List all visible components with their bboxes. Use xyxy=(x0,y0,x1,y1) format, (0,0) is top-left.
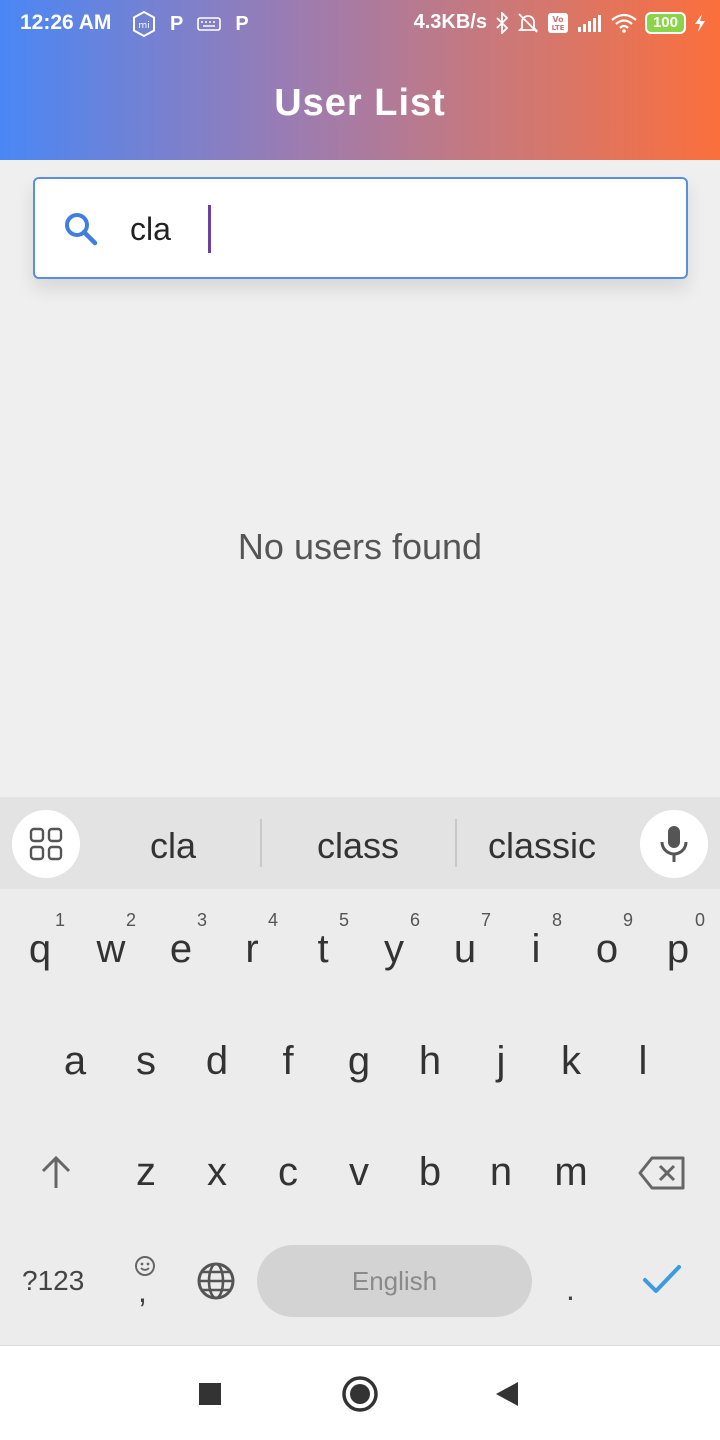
symbols-key[interactable]: ?123 xyxy=(22,1265,84,1297)
key-hint-7: 7 xyxy=(481,910,492,930)
comma-key[interactable]: , xyxy=(138,1273,147,1310)
charging-icon xyxy=(695,13,705,32)
text-caret xyxy=(208,205,211,253)
wifi-icon xyxy=(611,13,637,33)
key-a[interactable]: a xyxy=(40,1039,110,1084)
microphone-icon xyxy=(660,826,688,862)
key-c[interactable]: c xyxy=(253,1150,323,1195)
key-hint-1: 1 xyxy=(55,910,66,930)
key-hint-3: 3 xyxy=(197,910,208,930)
status-right: 4.3KB/s Vo LTE 100 xyxy=(414,11,706,34)
suggestion-3[interactable]: classic xyxy=(452,825,632,867)
apps-grid-icon xyxy=(29,827,63,861)
volte-icon: VoLTE xyxy=(547,12,568,33)
svg-text:LTE: LTE xyxy=(552,24,565,32)
suggestion-2[interactable]: class xyxy=(268,825,448,867)
key-j[interactable]: j xyxy=(466,1039,536,1084)
globe-icon[interactable] xyxy=(196,1261,236,1301)
key-i[interactable]: i xyxy=(501,927,571,972)
mute-icon xyxy=(517,12,539,33)
key-q[interactable]: q xyxy=(5,927,75,972)
key-hint-0: 0 xyxy=(695,910,706,930)
status-bar: 12:26 AM mi P P 4.3KB/s Vo LTE 100 xyxy=(0,0,720,50)
app-header: 12:26 AM mi P P 4.3KB/s Vo LTE 100 User L… xyxy=(0,0,720,160)
svg-text:mi: mi xyxy=(138,21,149,31)
signal-icon xyxy=(577,14,601,32)
key-hint-9: 9 xyxy=(623,910,634,930)
apps-grid-button[interactable] xyxy=(12,810,80,878)
home-circle-icon[interactable] xyxy=(338,1372,382,1416)
key-u[interactable]: u xyxy=(430,927,500,972)
done-check-icon[interactable] xyxy=(642,1263,682,1297)
svg-text:Vo: Vo xyxy=(552,15,564,24)
key-l[interactable]: l xyxy=(608,1039,678,1084)
key-hint-8: 8 xyxy=(552,910,563,930)
search-box[interactable] xyxy=(33,177,688,279)
key-hint-5: 5 xyxy=(339,910,350,930)
key-x[interactable]: x xyxy=(182,1150,252,1195)
voice-input-button[interactable] xyxy=(640,810,708,878)
suggestion-divider xyxy=(260,819,262,867)
key-hint-4: 4 xyxy=(268,910,279,930)
space-bar[interactable]: English xyxy=(257,1245,532,1317)
key-e[interactable]: e xyxy=(146,927,216,972)
system-nav-bar xyxy=(0,1345,720,1440)
key-z[interactable]: z xyxy=(111,1150,181,1195)
key-r[interactable]: r xyxy=(217,927,287,972)
key-s[interactable]: s xyxy=(111,1039,181,1084)
recents-square-icon[interactable] xyxy=(188,1372,232,1416)
key-n[interactable]: n xyxy=(466,1150,536,1195)
battery-icon: 100 xyxy=(644,11,686,34)
key-w[interactable]: w xyxy=(76,927,146,972)
key-hint-6: 6 xyxy=(410,910,421,930)
key-h[interactable]: h xyxy=(395,1039,465,1084)
suggestion-bar: cla class classic xyxy=(0,797,720,889)
key-t[interactable]: t xyxy=(288,927,358,972)
empty-state-message: No users found xyxy=(237,526,483,567)
key-b[interactable]: b xyxy=(395,1150,465,1195)
key-k[interactable]: k xyxy=(536,1039,606,1084)
soft-keyboard: cla class classic q 1 w 2 e 3 r 4 t 5 y … xyxy=(0,797,720,1345)
page-title: User List xyxy=(274,82,446,124)
shift-icon[interactable] xyxy=(38,1155,74,1191)
key-g[interactable]: g xyxy=(324,1039,394,1084)
key-o[interactable]: o xyxy=(572,927,642,972)
key-v[interactable]: v xyxy=(324,1150,394,1195)
mi-icon: mi xyxy=(133,11,155,37)
keyboard-icon xyxy=(197,17,222,31)
suggestion-1[interactable]: cla xyxy=(83,825,263,867)
key-hint-2: 2 xyxy=(126,910,137,930)
key-m[interactable]: m xyxy=(536,1150,606,1195)
network-speed: 4.3KB/s xyxy=(413,11,487,33)
key-d[interactable]: d xyxy=(182,1039,252,1084)
p-icon: P xyxy=(235,13,249,35)
status-time: 12:26 AM xyxy=(20,11,112,34)
back-triangle-icon[interactable] xyxy=(486,1372,530,1416)
period-key[interactable]: . xyxy=(566,1271,575,1308)
p-icon: P xyxy=(170,13,184,35)
status-left-icons: mi P P xyxy=(132,11,249,37)
search-icon xyxy=(65,213,98,246)
backspace-icon[interactable] xyxy=(637,1155,687,1191)
key-p[interactable]: p xyxy=(643,927,713,972)
bluetooth-icon xyxy=(496,11,509,34)
key-y[interactable]: y xyxy=(359,927,429,972)
key-f[interactable]: f xyxy=(253,1039,323,1084)
